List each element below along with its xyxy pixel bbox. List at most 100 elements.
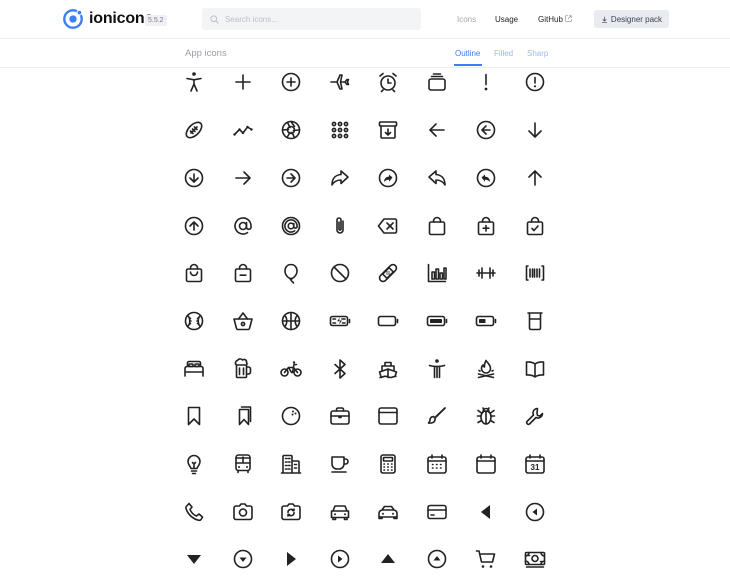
designer-pack-button[interactable]: Designer pack <box>594 10 669 28</box>
icon-tile-arrow-undo[interactable] <box>425 166 449 190</box>
icon-tile-basketball[interactable] <box>279 309 303 333</box>
icon-tile-add-circle[interactable] <box>279 70 303 94</box>
icon-tile-caret-up[interactable] <box>376 547 400 571</box>
icon-tile-bag-remove[interactable] <box>231 261 255 285</box>
caret-forward-icon <box>287 552 296 566</box>
icon-tile-bus[interactable] <box>231 452 255 476</box>
icon-tile-build[interactable] <box>523 404 547 428</box>
search-input[interactable] <box>225 14 415 24</box>
icon-tile-battery-charging[interactable] <box>328 309 352 333</box>
icon-tile-boat[interactable] <box>376 357 400 381</box>
icon-tile-attach[interactable] <box>328 214 352 238</box>
icon-tile-bowling-ball[interactable] <box>279 404 303 428</box>
icon-tile-calendar-number[interactable]: 31 <box>523 452 547 476</box>
icon-tile-bag-handle[interactable] <box>182 261 206 285</box>
icon-tile-backspace[interactable] <box>376 214 400 238</box>
tab-sharp[interactable]: Sharp <box>527 49 548 58</box>
icon-tile-bed[interactable] <box>182 357 206 381</box>
icon-tile-airplane[interactable] <box>328 70 352 94</box>
icon-tile-cart[interactable] <box>474 547 498 571</box>
icon-tile-calendar[interactable] <box>425 452 449 476</box>
icon-tile-accessibility[interactable] <box>182 70 206 94</box>
icon-tile-alert[interactable] <box>474 70 498 94</box>
icon-tile-cafe[interactable] <box>328 452 352 476</box>
icon-tile-caret-up-circle[interactable] <box>425 547 449 571</box>
icon-tile-card[interactable] <box>425 500 449 524</box>
icon-tile-car-sport[interactable] <box>376 500 400 524</box>
icon-tile-cash[interactable] <box>523 547 547 571</box>
icon-tile-add[interactable] <box>231 70 255 94</box>
icon-tile-bag-check[interactable] <box>523 214 547 238</box>
icon-tile-apps[interactable] <box>328 118 352 142</box>
icon-tile-battery-half[interactable] <box>474 309 498 333</box>
icon-tile-bag[interactable] <box>425 214 449 238</box>
icon-tile-arrow-back-circle[interactable] <box>474 118 498 142</box>
icon-tile-arrow-forward[interactable] <box>231 166 255 190</box>
icon-tile-camera[interactable] <box>231 500 255 524</box>
search-box[interactable] <box>202 8 421 30</box>
tab-outline[interactable]: Outline <box>455 49 480 58</box>
icon-tile-arrow-undo-circle[interactable] <box>474 166 498 190</box>
icon-tile-baseball[interactable] <box>182 309 206 333</box>
icon-tile-caret-forward[interactable] <box>279 547 303 571</box>
icon-tile-caret-back-circle[interactable] <box>523 500 547 524</box>
icon-tile-analytics[interactable] <box>231 118 255 142</box>
icon-tile-balloon[interactable] <box>279 261 303 285</box>
icon-tile-arrow-up[interactable] <box>523 166 547 190</box>
icon-tile-arrow-down-circle[interactable] <box>182 166 206 190</box>
icon-tile-bar-chart[interactable] <box>425 261 449 285</box>
icon-tile-car[interactable] <box>328 500 352 524</box>
icon-tile-call[interactable] <box>182 500 206 524</box>
icon-tile-book[interactable] <box>523 357 547 381</box>
nav-usage-link[interactable]: Usage <box>495 15 518 24</box>
icon-tile-american-football[interactable] <box>182 118 206 142</box>
icon-tile-bluetooth[interactable] <box>328 357 352 381</box>
icon-tile-barbell[interactable] <box>474 261 498 285</box>
icon-tile-albums[interactable] <box>425 70 449 94</box>
icon-tile-alert-circle[interactable] <box>523 70 547 94</box>
icon-tile-arrow-redo-circle[interactable] <box>376 166 400 190</box>
icon-tile-calendar-clear[interactable] <box>474 452 498 476</box>
icon-tile-brush[interactable] <box>425 404 449 428</box>
icon-tile-arrow-up-circle[interactable] <box>182 214 206 238</box>
icon-tile-at[interactable] <box>231 214 255 238</box>
icon-tile-bookmarks[interactable] <box>231 404 255 428</box>
icon-tile-business[interactable] <box>279 452 303 476</box>
camera-icon <box>231 500 255 524</box>
icon-tile-basket[interactable] <box>231 309 255 333</box>
icon-tile-bicycle[interactable] <box>279 357 303 381</box>
tab-filled[interactable]: Filled <box>494 49 513 58</box>
icon-tile-bag-add[interactable] <box>474 214 498 238</box>
icon-tile-arrow-back[interactable] <box>425 118 449 142</box>
icon-tile-aperture[interactable] <box>279 118 303 142</box>
icon-tile-barcode[interactable] <box>523 261 547 285</box>
nav-icons-link[interactable]: Icons <box>457 15 476 24</box>
icon-tile-arrow-redo[interactable] <box>328 166 352 190</box>
icon-tile-bonfire[interactable] <box>474 357 498 381</box>
icon-tile-bug[interactable] <box>474 404 498 428</box>
nav-github-link[interactable]: GitHub <box>538 15 572 24</box>
icon-tile-bookmark[interactable] <box>182 404 206 428</box>
icon-tile-camera-reverse[interactable] <box>279 500 303 524</box>
icon-tile-ban[interactable] <box>328 261 352 285</box>
icon-tile-archive[interactable] <box>376 118 400 142</box>
icon-tile-beaker[interactable] <box>523 309 547 333</box>
icon-tile-browsers[interactable] <box>376 404 400 428</box>
brand-logo[interactable]: ionicons <box>62 8 153 30</box>
icon-tile-at-circle[interactable] <box>279 214 303 238</box>
icon-tile-caret-down-circle[interactable] <box>231 547 255 571</box>
icon-tile-body[interactable] <box>425 357 449 381</box>
icon-tile-caret-back[interactable] <box>474 500 498 524</box>
icon-tile-bandage[interactable] <box>376 261 400 285</box>
icon-tile-calculator[interactable] <box>376 452 400 476</box>
icon-tile-arrow-forward-circle[interactable] <box>279 166 303 190</box>
icon-tile-caret-down[interactable] <box>182 547 206 571</box>
icon-tile-arrow-down[interactable] <box>523 118 547 142</box>
icon-tile-caret-forward-circle[interactable] <box>328 547 352 571</box>
icon-tile-alarm[interactable] <box>376 70 400 94</box>
icon-tile-briefcase[interactable] <box>328 404 352 428</box>
icon-tile-beer[interactable] <box>231 357 255 381</box>
icon-tile-battery-full[interactable] <box>425 309 449 333</box>
icon-tile-bulb[interactable] <box>182 452 206 476</box>
icon-tile-battery-dead[interactable] <box>376 309 400 333</box>
